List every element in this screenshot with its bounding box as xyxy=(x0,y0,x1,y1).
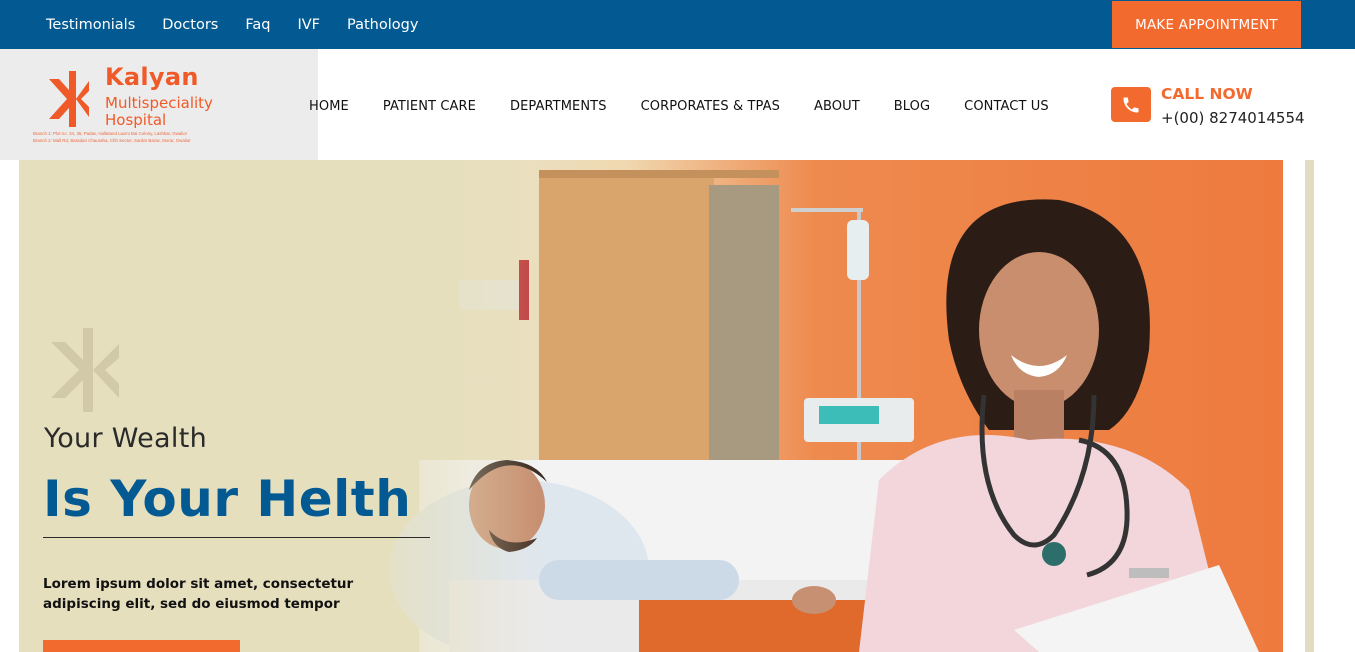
phone-icon[interactable] xyxy=(1111,87,1151,122)
logo-mark-icon xyxy=(49,71,89,127)
main-nav: HOME PATIENT CARE DEPARTMENTS CORPORATES… xyxy=(309,97,1083,115)
hero-subtitle: Your Wealth xyxy=(44,423,207,454)
phone-glyph-icon xyxy=(1123,97,1139,112)
nav-item-about[interactable]: ABOUT xyxy=(814,99,860,114)
hero-banner: Your Wealth Is Your Helth Lorem ipsum do… xyxy=(19,160,1283,652)
top-link-testimonials[interactable]: Testimonials xyxy=(46,17,135,33)
hero-description: Lorem ipsum dolor sit amet, consectetur … xyxy=(43,576,354,612)
top-bar: Testimonials Doctors Faq IVF Pathology M… xyxy=(0,0,1355,49)
logo-subtitle-2: Hospital xyxy=(105,111,167,129)
top-link-pathology[interactable]: Pathology xyxy=(347,17,418,33)
nav-item-blog[interactable]: BLOG xyxy=(894,99,930,114)
logo-subtitle-1: Multispeciality xyxy=(105,94,213,112)
logo-address-1: Branch 1: Plot no. 34, 35, Padav, Hallat… xyxy=(33,131,188,136)
nav-item-departments[interactable]: DEPARTMENTS xyxy=(510,99,607,114)
top-link-doctors[interactable]: Doctors xyxy=(162,17,218,33)
logo-watermark-icon xyxy=(51,328,119,412)
logo-address-2: Branch 2: Mall Rd, Baradari Chauraha, Ch… xyxy=(33,138,191,143)
nav-item-contact-us[interactable]: CONTACT US xyxy=(964,99,1049,114)
call-phone-number[interactable]: +(00) 8274014554 xyxy=(1161,109,1305,127)
hero-divider xyxy=(43,537,430,538)
logo[interactable]: Kalyan Multispeciality Hospital Branch 1… xyxy=(0,49,318,160)
nav-item-home[interactable]: HOME xyxy=(309,99,349,114)
nav-item-patient-care[interactable]: PATIENT CARE xyxy=(383,99,476,114)
nav-item-corporates-tpas[interactable]: CORPORATES & TPAS xyxy=(641,99,780,114)
hero-cta-button[interactable] xyxy=(43,640,240,652)
make-appointment-button[interactable]: MAKE APPOINTMENT xyxy=(1112,1,1301,48)
top-link-ivf[interactable]: IVF xyxy=(297,17,320,33)
call-now-label: CALL NOW xyxy=(1161,85,1253,103)
page-edge-strip xyxy=(1305,160,1314,652)
top-link-faq[interactable]: Faq xyxy=(245,17,270,33)
logo-name: Kalyan xyxy=(105,63,199,91)
top-links: Testimonials Doctors Faq IVF Pathology xyxy=(46,0,445,49)
hero-title: Is Your Helth xyxy=(43,470,412,528)
